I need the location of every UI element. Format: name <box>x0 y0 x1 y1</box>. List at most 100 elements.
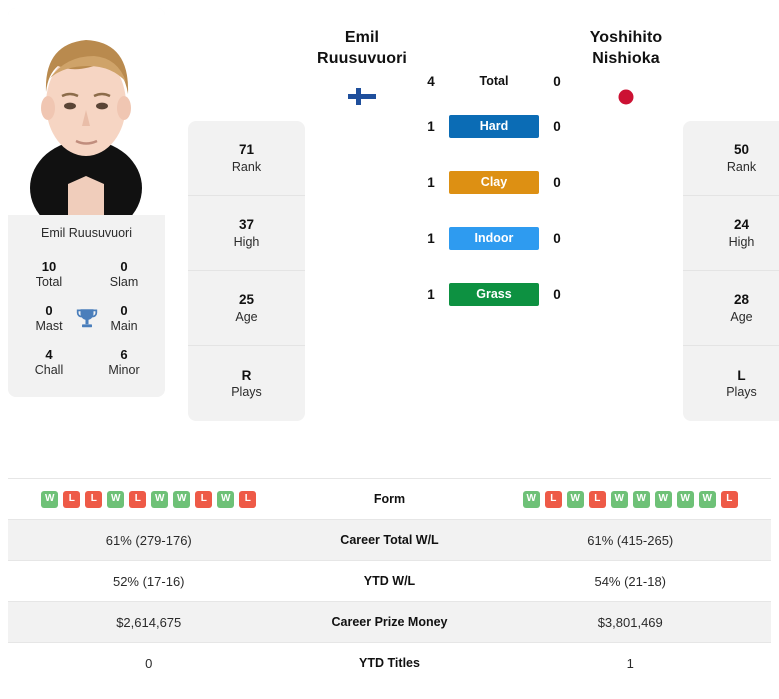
surface-badge-hard[interactable]: Hard <box>449 114 539 138</box>
h2h-hard-right: 0 <box>553 118 561 134</box>
h2h-row-clay: 1 Clay 0 <box>420 154 568 210</box>
surface-badge-indoor[interactable]: Indoor <box>449 226 539 250</box>
left-form-badge-0[interactable]: W <box>41 490 59 508</box>
right-age-cell: 28 Age <box>683 271 779 346</box>
right-plays-cell: L Plays <box>726 367 757 400</box>
right-form-badge-1[interactable]: L <box>544 490 562 508</box>
left-ytd-wl: 52% (17-16) <box>112 573 185 589</box>
right-career-prize-money: $3,801,469 <box>597 614 663 630</box>
right-form-badge-8[interactable]: W <box>698 490 716 508</box>
row-label-form: Form <box>373 492 406 506</box>
left-player-name: Emil Ruusuvuori <box>317 29 407 67</box>
h2h-grass-right: 0 <box>553 286 561 302</box>
left-titles-chall: 4 Chall <box>34 346 64 377</box>
table-row-career-total-wl: 61% (279-176) Career Total W/L 61% (415-… <box>8 519 771 560</box>
left-titles-row-3: 4 Chall 6 Minor <box>8 341 165 385</box>
left-player-name-caption: Emil Ruusuvuori <box>8 215 165 251</box>
table-row-form: WLLWLWWLWL Form WLWLWWWWWL <box>8 478 771 519</box>
right-rank-column: 50 Rank 24 High 28 Age L Plays <box>683 121 779 421</box>
left-high-cell: 37 High <box>188 196 305 271</box>
head-to-head-column: 4 Total 0 1 Hard 0 1 Clay 0 1 Indoor 0 1… <box>419 8 569 322</box>
left-titles-slam: 0 Slam <box>109 259 139 290</box>
right-ytd-wl: 54% (21-18) <box>594 573 667 589</box>
left-form-strip: WLLWLWWLWL <box>8 490 290 508</box>
right-form-badge-0[interactable]: W <box>522 490 540 508</box>
row-label-career-prize-money: Career Prize Money <box>331 615 448 629</box>
h2h-indoor-right: 0 <box>553 230 561 246</box>
row-label-ytd-wl: YTD W/L <box>363 574 416 588</box>
left-form-badge-8[interactable]: W <box>217 490 235 508</box>
flag-japan-icon <box>612 88 640 105</box>
right-career-total-wl: 61% (415-265) <box>587 532 674 548</box>
left-titles-row-2: 0 Mast 0 Main <box>8 297 165 341</box>
left-form-badge-2[interactable]: L <box>85 490 103 508</box>
h2h-hard-left: 1 <box>427 118 435 134</box>
h2h-total-label: Total <box>479 74 509 88</box>
table-row-ytd-titles: 0 YTD Titles 1 <box>8 642 771 683</box>
right-form-badge-6[interactable]: W <box>654 490 672 508</box>
head-to-head-rows: 4 Total 0 1 Hard 0 1 Clay 0 1 Indoor 0 1… <box>420 70 568 322</box>
left-player-photo <box>8 8 165 215</box>
right-form-badge-4[interactable]: W <box>610 490 628 508</box>
left-age-cell: 25 Age <box>188 271 305 346</box>
surface-badge-clay[interactable]: Clay <box>449 170 539 194</box>
top-comparison-area: Emil Ruusuvuori 10 Total 0 Slam 0 Mast 0… <box>0 0 779 478</box>
left-form-badge-3[interactable]: W <box>107 490 125 508</box>
left-player-card: Emil Ruusuvuori 10 Total 0 Slam 0 Mast 0… <box>8 8 165 397</box>
h2h-row-grass: 1 Grass 0 <box>420 266 568 322</box>
h2h-grass-left: 1 <box>427 286 435 302</box>
left-form-cell: WLLWLWWLWL <box>8 490 290 508</box>
left-titles-mast: 0 Mast <box>35 302 63 334</box>
right-form-badge-9[interactable]: L <box>720 490 738 508</box>
left-flag-wrap <box>348 86 376 108</box>
right-high-cell: 24 High <box>683 196 779 271</box>
right-form-badge-7[interactable]: W <box>676 490 694 508</box>
h2h-row-indoor: 1 Indoor 0 <box>420 210 568 266</box>
h2h-indoor-left: 1 <box>427 230 435 246</box>
left-name-and-flag: Emil Ruusuvuori <box>305 8 419 108</box>
right-flag-wrap <box>612 86 640 108</box>
row-label-ytd-titles: YTD Titles <box>359 656 420 670</box>
right-name-and-flag: Yoshihito Nishioka <box>569 8 683 108</box>
left-titles-row-1: 10 Total 0 Slam <box>8 253 165 297</box>
left-player-photo-card[interactable]: Emil Ruusuvuori 10 Total 0 Slam 0 Mast 0… <box>8 8 165 397</box>
right-rank-cell: 50 Rank <box>683 121 779 196</box>
left-titles-grid: 10 Total 0 Slam 0 Mast 0 Main 4 Chall 6 … <box>8 251 165 397</box>
player-comparison-page: Emil Ruusuvuori 10 Total 0 Slam 0 Mast 0… <box>0 0 779 699</box>
right-form-badge-3[interactable]: L <box>588 490 606 508</box>
right-ytd-titles: 1 <box>626 655 634 671</box>
h2h-total-left: 4 <box>427 73 435 89</box>
flag-finland-icon <box>348 88 376 106</box>
h2h-clay-right: 0 <box>553 174 561 190</box>
right-form-cell: WLWLWWWWWL <box>490 490 772 508</box>
table-row-career-prize-money: $2,614,675 Career Prize Money $3,801,469 <box>8 601 771 642</box>
left-form-badge-9[interactable]: L <box>239 490 257 508</box>
h2h-row-hard: 1 Hard 0 <box>420 98 568 154</box>
left-titles-total: 10 Total <box>35 259 63 290</box>
left-career-prize-money: $2,614,675 <box>116 614 182 630</box>
left-form-badge-1[interactable]: L <box>63 490 81 508</box>
trophy-icon <box>74 306 100 332</box>
row-label-career-total-wl: Career Total W/L <box>340 533 439 547</box>
left-form-badge-5[interactable]: W <box>151 490 169 508</box>
table-row-ytd-wl: 52% (17-16) YTD W/L 54% (21-18) <box>8 560 771 601</box>
right-form-badge-2[interactable]: W <box>566 490 584 508</box>
right-player-name: Yoshihito Nishioka <box>589 29 663 67</box>
left-form-badge-7[interactable]: L <box>195 490 213 508</box>
h2h-row-total: 4 Total 0 <box>420 64 568 98</box>
left-plays-cell: R Plays <box>231 367 262 400</box>
left-form-badge-4[interactable]: L <box>129 490 147 508</box>
left-form-badge-6[interactable]: W <box>173 490 191 508</box>
comparison-table: WLLWLWWLWL Form WLWLWWWWWL 61% (279-176)… <box>0 478 779 683</box>
left-career-total-wl: 61% (279-176) <box>105 532 192 548</box>
h2h-total-right: 0 <box>553 73 561 89</box>
right-form-strip: WLWLWWWWWL <box>490 490 772 508</box>
left-titles-main: 0 Main <box>110 302 138 334</box>
left-rank-column: 71 Rank 37 High 25 Age R Plays <box>188 121 305 421</box>
right-form-badge-5[interactable]: W <box>632 490 650 508</box>
surface-badge-grass[interactable]: Grass <box>449 282 539 306</box>
left-titles-minor: 6 Minor <box>108 346 140 377</box>
h2h-clay-left: 1 <box>427 174 435 190</box>
left-rank-cell: 71 Rank <box>188 121 305 196</box>
left-ytd-titles: 0 <box>145 655 153 671</box>
